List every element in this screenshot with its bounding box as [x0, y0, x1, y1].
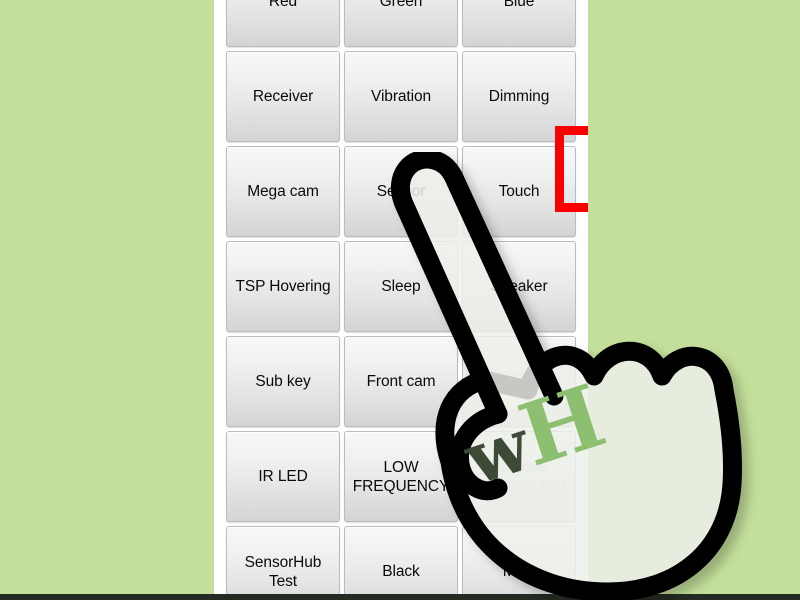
grid-button-label: Receiver — [252, 88, 314, 105]
screen-root: Red Green Blue Receiver Vibration Dimming Mega… — [0, 0, 800, 600]
grid-button-sub-key[interactable]: Sub key — [226, 336, 340, 427]
grid-button-label: Red — [268, 0, 298, 10]
grid-button-front-cam[interactable]: Front cam — [344, 336, 458, 427]
bottom-bar — [0, 594, 800, 600]
grid-button-red[interactable]: Red — [226, 0, 340, 47]
grid-button-barcode-emulator-test: Barcode Emulator Test — [462, 431, 576, 522]
grid-button-speaker[interactable]: Speaker — [462, 241, 576, 332]
test-mode-button-grid: Red Green Blue Receiver Vibration Dimming Mega… — [226, 0, 578, 596]
grid-button-label: Sensor — [376, 183, 426, 200]
grid-button-vibration[interactable]: Vibration — [344, 51, 458, 142]
grid-button-label: MLC — [502, 563, 536, 580]
grid-button-label: Sleep — [381, 278, 421, 295]
grid-button-label: LED — [504, 373, 534, 390]
grid-button-label: IR LED — [258, 468, 308, 485]
grid-button-label: Blue — [503, 0, 535, 10]
grid-button-sensorhub-test[interactable]: SensorHub Test — [226, 526, 340, 596]
grid-button-label: Sub key — [255, 373, 311, 390]
grid-button-label: Vibration — [371, 88, 431, 105]
grid-button-label: SensorHub Test — [244, 553, 322, 590]
grid-button-black[interactable]: Black — [344, 526, 458, 596]
grid-button-sensor[interactable]: Sensor — [344, 146, 458, 237]
grid-button-green[interactable]: Green — [344, 0, 458, 47]
grid-button-touch[interactable]: Touch — [462, 146, 576, 237]
grid-button-label: TSP Hovering — [235, 278, 331, 295]
grid-button-tsp-hovering[interactable]: TSP Hovering — [226, 241, 340, 332]
grid-button-receiver[interactable]: Receiver — [226, 51, 340, 142]
grid-button-dimming[interactable]: Dimming — [462, 51, 576, 142]
grid-button-mlc[interactable]: MLC — [462, 526, 576, 596]
grid-button-label: Green — [379, 0, 423, 10]
grid-button-mega-cam[interactable]: Mega cam — [226, 146, 340, 237]
grid-button-label: Touch — [498, 183, 540, 200]
device-screen-panel: Red Green Blue Receiver Vibration Dimming Mega… — [214, 0, 588, 596]
grid-button-label: Barcode Emulator Test — [472, 458, 566, 495]
grid-button-label: Dimming — [488, 88, 550, 105]
grid-button-led: LED — [462, 336, 576, 427]
grid-button-label: Mega cam — [247, 183, 319, 200]
grid-button-low-frequency[interactable]: LOW FREQUENCY — [344, 431, 458, 522]
grid-button-label: Speaker — [490, 278, 548, 295]
grid-button-sleep[interactable]: Sleep — [344, 241, 458, 332]
grid-button-blue[interactable]: Blue — [462, 0, 576, 47]
grid-button-label: Black — [382, 563, 420, 580]
grid-button-label: LOW FREQUENCY — [352, 458, 450, 495]
grid-button-label: Front cam — [366, 373, 436, 390]
grid-button-ir-led[interactable]: IR LED — [226, 431, 340, 522]
